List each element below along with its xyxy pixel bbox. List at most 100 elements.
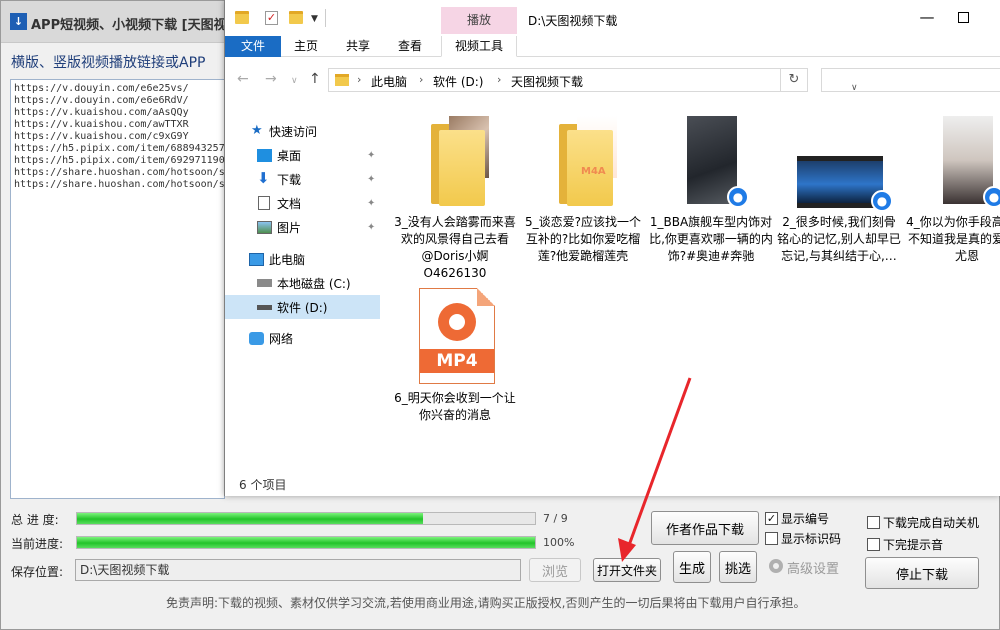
recent-chevron-icon[interactable]: ∨ (291, 76, 298, 86)
breadcrumb-folder[interactable]: 天图视频下载 (511, 73, 583, 90)
desktop-icon (257, 149, 272, 162)
nav-drive-c[interactable]: 本地磁盘 (C:) (225, 271, 380, 295)
total-progress-bar (76, 512, 536, 525)
video-thumbnail: ● (665, 110, 755, 208)
properties-check-icon[interactable]: ✓ (265, 11, 278, 25)
maximize-button[interactable] (958, 12, 969, 23)
folder-thumbnail: M4A (537, 110, 627, 206)
breadcrumb-this-pc[interactable]: 此电脑 (371, 73, 407, 90)
tab-file[interactable]: 文件 (225, 36, 281, 57)
nav-label: 下载 (277, 172, 302, 187)
folder-icon (235, 11, 249, 24)
nav-label: 网络 (269, 331, 294, 346)
search-input[interactable] (821, 68, 1000, 92)
show-number-checkbox[interactable]: ✓ 显示编号 (765, 510, 829, 527)
app-instructions: 横版、竖版视频播放链接或APP (11, 55, 206, 71)
network-icon (249, 332, 264, 345)
nav-downloads[interactable]: ⬇ 下载 ✦ (225, 167, 380, 191)
drive-icon (257, 305, 272, 310)
nav-quick-access[interactable]: ★ 快速访问 (225, 119, 380, 143)
auto-shutdown-checkbox[interactable]: 下载完成自动关机 (867, 514, 979, 531)
file-item[interactable]: MP4 6_明天你会收到一个让你兴奋的消息 (393, 286, 517, 436)
mp4-document-icon: MP4 (419, 288, 495, 384)
finish-sound-checkbox[interactable]: 下完提示音 (867, 536, 943, 553)
video-thumbnail: ● (793, 110, 893, 212)
disclaimer-text: 免责声明:下载的视频、素材仅供学习交流,若使用商业用途,请购买正版授权,否则产生… (166, 596, 806, 610)
gear-icon (769, 559, 783, 573)
context-tab-play: 播放 (441, 7, 517, 34)
file-name: 1_BBA旗舰车型内饰对比,你更喜欢哪一辆的内饰?#奥迪#奔驰 (649, 215, 773, 263)
tab-share[interactable]: 共享 (333, 36, 383, 57)
drive-icon (257, 279, 272, 287)
folder-front-icon (439, 130, 485, 206)
breadcrumb-drive-d[interactable]: 软件 (D:) (433, 73, 483, 90)
current-progress-fill (77, 537, 535, 548)
film-reel-icon (438, 303, 476, 341)
pin-icon: ✦ (367, 221, 376, 233)
file-name: 5_谈恋爱?应该找一个互补的?比如你爱吃榴莲?他爱跪榴莲壳 (524, 215, 641, 263)
file-list: 3_没有人会踏雾而来喜欢的风景得自己去看@Doris小婀O4626130 M4A… (393, 110, 1000, 470)
current-progress-bar (76, 536, 536, 549)
file-name: 4_你以为你手段高明但不知道我是真的爱你#尤恩 (906, 215, 1000, 263)
url-input-box[interactable]: https://v.douyin.com/e6e25vs/ https://v.… (10, 79, 225, 499)
file-item[interactable]: ● 4_你以为你手段高明但不知道我是真的爱你#尤恩 (905, 110, 1000, 286)
checkbox-box: ✓ (765, 512, 778, 525)
browse-button[interactable]: 浏览 (529, 558, 581, 582)
open-folder-button[interactable]: 打开文件夹 (593, 558, 661, 582)
nav-drive-d[interactable]: 软件 (D:) (225, 295, 380, 319)
up-arrow-icon[interactable]: ↑ (309, 71, 321, 87)
url-line: https://v.kuaishou.com/aAsQQy (14, 107, 189, 118)
mp4-label: MP4 (420, 349, 494, 373)
tab-view[interactable]: 查看 (385, 36, 435, 57)
m4a-label: M4A (581, 166, 606, 177)
checkbox-label: 显示标识码 (781, 532, 842, 546)
checkbox-box (867, 538, 880, 551)
computer-icon (249, 253, 264, 266)
nav-documents[interactable]: 文档 ✦ (225, 191, 380, 215)
advanced-settings-link[interactable]: 高级设置 (787, 558, 839, 577)
separator (325, 9, 326, 27)
nav-label: 软件 (D:) (277, 300, 328, 315)
save-path-field[interactable]: D:\天图视频下载 (75, 559, 521, 581)
file-name: 2_很多时候,我们刻骨铭心的记忆,别人却早已忘记,与其纠结于心,… (777, 215, 901, 263)
file-item[interactable]: ● 2_很多时候,我们刻骨铭心的记忆,别人却早已忘记,与其纠结于心,… (777, 110, 901, 286)
checkbox-label: 显示编号 (781, 512, 830, 526)
file-name: 3_没有人会踏雾而来喜欢的风景得自己去看@Doris小婀O4626130 (394, 215, 516, 280)
chevron-down-icon[interactable]: ▼ (311, 14, 318, 24)
nav-network[interactable]: 网络 (225, 326, 380, 350)
show-id-checkbox[interactable]: 显示标识码 (765, 530, 841, 547)
new-folder-icon[interactable] (289, 11, 303, 24)
star-icon: ★ (251, 123, 263, 138)
pin-icon: ✦ (367, 197, 376, 209)
forward-arrow-icon[interactable]: → (265, 71, 277, 87)
mp4-file-icon: MP4 (409, 286, 499, 384)
file-item[interactable]: 3_没有人会踏雾而来喜欢的风景得自己去看@Doris小婀O4626130 (393, 110, 517, 286)
file-item[interactable]: M4A 5_谈恋爱?应该找一个互补的?比如你爱吃榴莲?他爱跪榴莲壳 (521, 110, 645, 286)
save-location-label: 保存位置: (11, 565, 64, 579)
explorer-title: D:\天图视频下载 (528, 14, 618, 28)
pick-button[interactable]: 挑选 (719, 551, 757, 583)
url-line: https://v.douyin.com/e6e25vs/ (14, 83, 189, 94)
download-icon: ⬇ (257, 169, 270, 187)
address-bar[interactable]: › 此电脑 › 软件 (D:) › 天图视频下载 ∨ (328, 68, 858, 93)
navigation-bar: ← → ∨ ↑ › 此电脑 › 软件 (D:) › 天图视频下载 ∨ ↻ (225, 57, 1000, 105)
nav-label: 桌面 (277, 148, 302, 163)
status-bar: 6 个项目 (225, 470, 1000, 496)
refresh-button[interactable]: ↻ (780, 68, 808, 92)
navigation-pane: ★ 快速访问 桌面 ✦ ⬇ 下载 ✦ 文档 ✦ 图片 ✦ 此电脑 本地磁盘 (C… (225, 105, 380, 470)
tab-video-tools[interactable]: 视频工具 (441, 36, 517, 57)
current-progress-label: 当前进度: (11, 537, 64, 551)
pin-icon: ✦ (367, 173, 376, 185)
generate-button[interactable]: 生成 (673, 551, 711, 583)
folder-icon (335, 74, 349, 86)
tab-home[interactable]: 主页 (281, 36, 331, 57)
minimize-button[interactable]: — (915, 8, 939, 28)
back-arrow-icon[interactable]: ← (237, 71, 249, 87)
nav-desktop[interactable]: 桌面 ✦ (225, 143, 380, 167)
nav-label: 本地磁盘 (C:) (277, 276, 351, 291)
file-item[interactable]: ● 1_BBA旗舰车型内饰对比,你更喜欢哪一辆的内饰?#奥迪#奔驰 (649, 110, 773, 286)
author-works-download-button[interactable]: 作者作品下载 (651, 511, 759, 545)
stop-download-button[interactable]: 停止下载 (865, 557, 979, 589)
nav-this-pc[interactable]: 此电脑 (225, 247, 380, 271)
nav-pictures[interactable]: 图片 ✦ (225, 215, 380, 239)
